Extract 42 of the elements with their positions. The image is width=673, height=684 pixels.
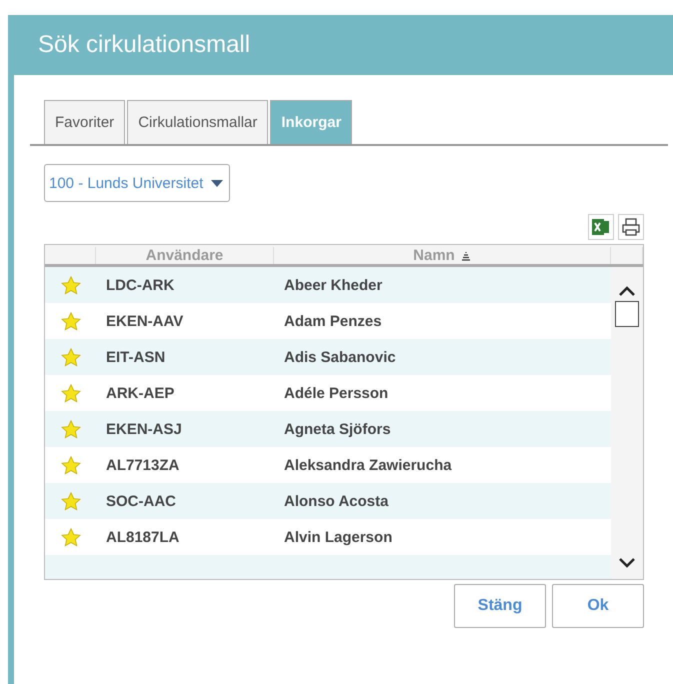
table-cell-text: Aleksandra Zawierucha <box>283 456 453 474</box>
table-cell-text: SOC-AAC <box>105 492 177 510</box>
sort-icon[interactable] <box>460 250 471 260</box>
table-cell-text: ARK-AEP <box>105 384 176 402</box>
table-row[interactable]: SOC-AAC Alonso Acosta <box>45 483 611 519</box>
chevron-down-icon[interactable] <box>618 557 636 569</box>
print-button[interactable] <box>618 214 644 240</box>
table-row[interactable]: LDC-ARK Abeer Kheder <box>45 267 611 303</box>
dialog-button[interactable]: Ok <box>552 584 644 628</box>
scrollbar-thumb[interactable] <box>615 301 639 327</box>
star-icon <box>60 276 80 294</box>
star-icon <box>60 492 80 510</box>
table-cell-text: AL7713ZA <box>105 456 180 474</box>
tab[interactable]: Favoriter <box>44 100 126 144</box>
table-cell-text: Alvin Lagerson <box>283 528 394 546</box>
star-icon <box>60 420 80 438</box>
table-cell-text: Adéle Persson <box>283 384 390 402</box>
chevron-up-icon[interactable] <box>618 285 636 297</box>
table-cell-text: Abeer Kheder <box>283 276 384 294</box>
table-cell-text: EKEN-AAV <box>105 312 184 330</box>
excel-export-button[interactable] <box>588 214 614 240</box>
table-cell-text: AL8187LA <box>105 528 180 546</box>
dialog-button[interactable]: Stäng <box>454 584 546 628</box>
scrollbar[interactable] <box>611 267 643 579</box>
dialog-title: Sök cirkulationsmall <box>38 31 250 59</box>
star-icon <box>60 312 80 330</box>
table-cell-text: EKEN-ASJ <box>105 420 183 438</box>
caret-icon <box>211 180 224 186</box>
table-cell-text: Adam Penzes <box>283 312 383 330</box>
table-row[interactable]: EIT-ASN Adis Sabanovic <box>45 339 611 375</box>
star-icon <box>60 348 80 366</box>
tab[interactable]: Cirkulationsmallar <box>127 100 268 144</box>
star-icon <box>60 528 80 546</box>
star-icon <box>60 384 80 402</box>
table-cell-text: Alonso Acosta <box>283 492 390 510</box>
organization-dropdown[interactable]: 100 - Lunds Universitet <box>44 164 230 202</box>
table-cell-text: LDC-ARK <box>105 276 176 294</box>
table-cell-text: EIT-ASN <box>105 348 166 366</box>
table-row[interactable]: EKEN-ASJ Agneta Sjöfors <box>45 411 611 447</box>
star-icon <box>60 456 80 474</box>
table-cell-text: Agneta Sjöfors <box>283 420 392 438</box>
table-cell-text: Adis Sabanovic <box>283 348 397 366</box>
